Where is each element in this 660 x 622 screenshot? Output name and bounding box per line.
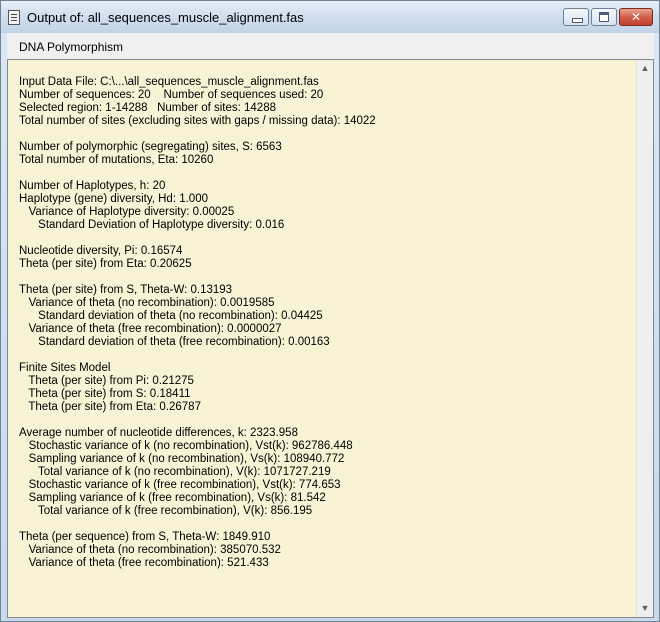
scroll-down-arrow-icon[interactable]: ▼ bbox=[637, 600, 653, 617]
output-text: Input Data File: C:\...\all_sequences_mu… bbox=[19, 76, 376, 569]
window-title: Output of: all_sequences_muscle_alignmen… bbox=[27, 10, 304, 25]
output-window: Output of: all_sequences_muscle_alignmen… bbox=[0, 0, 660, 622]
maximize-icon bbox=[599, 12, 609, 22]
close-icon: ✕ bbox=[630, 10, 642, 24]
menu-dna-polymorphism[interactable]: DNA Polymorphism bbox=[19, 40, 123, 54]
scroll-up-arrow-icon[interactable]: ▲ bbox=[637, 60, 653, 77]
maximize-button[interactable] bbox=[591, 8, 617, 26]
title-bar[interactable]: Output of: all_sequences_muscle_alignmen… bbox=[1, 1, 659, 33]
output-content[interactable]: Input Data File: C:\...\all_sequences_mu… bbox=[8, 60, 636, 617]
minimize-icon bbox=[572, 18, 583, 23]
minimize-button[interactable] bbox=[563, 8, 589, 26]
vertical-scrollbar[interactable]: ▲ ▼ bbox=[636, 60, 653, 617]
document-icon bbox=[8, 10, 20, 25]
close-button[interactable]: ✕ bbox=[619, 8, 653, 26]
menu-bar: DNA Polymorphism bbox=[7, 33, 654, 59]
output-panel: Input Data File: C:\...\all_sequences_mu… bbox=[7, 59, 654, 618]
